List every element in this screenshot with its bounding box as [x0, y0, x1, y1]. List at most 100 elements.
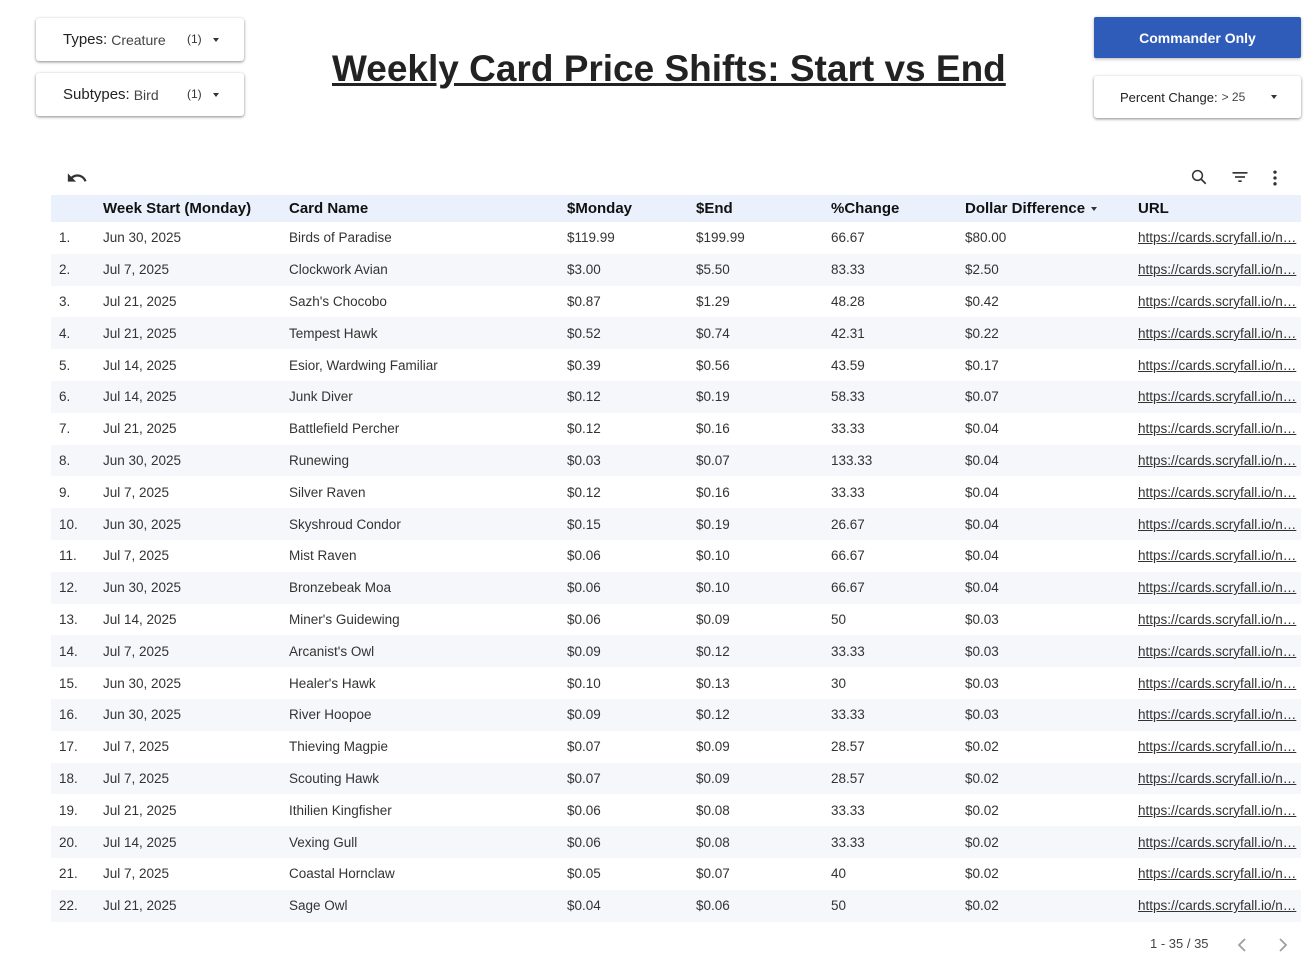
card-name-cell: Vexing Gull	[289, 826, 567, 858]
column-header[interactable]: URL	[1138, 195, 1301, 222]
url-link[interactable]: https://cards.scryfall.io/n…	[1138, 635, 1301, 668]
column-header[interactable]: Card Name	[289, 195, 567, 222]
week-start-cell: Jul 7, 2025	[103, 866, 170, 882]
types-filter[interactable]: Types: Creature (1)	[36, 18, 244, 61]
row-number-header	[51, 195, 103, 222]
url-link[interactable]: https://cards.scryfall.io/n…	[1138, 540, 1301, 572]
price-table: Week Start (Monday) Card Name $Monday $E…	[51, 195, 1301, 922]
week-start-cell: Jul 21, 2025	[103, 889, 289, 922]
dollar-difference-cell: $0.04	[965, 571, 1138, 604]
percent-change-filter[interactable]: Percent Change: > 25	[1094, 76, 1301, 118]
row-number: 2.	[51, 253, 103, 286]
card-name-cell: Runewing	[289, 444, 567, 477]
column-header-sorted[interactable]: Dollar Difference	[965, 195, 1138, 222]
row-number: 14.	[51, 635, 103, 668]
monday-price-cell: $0.12	[567, 380, 696, 413]
card-name-cell: Miner's Guidewing	[289, 611, 400, 627]
end-price-cell: $0.09	[696, 611, 730, 627]
url-link[interactable]: https://cards.scryfall.io/n…	[1138, 413, 1301, 445]
table-row: 9. Jul 7, 2025 Silver Raven $0.12 $0.16 33.33…	[51, 476, 1301, 508]
url-link[interactable]: https://cards.scryfall.io/n…	[1138, 826, 1301, 858]
column-header[interactable]: $Monday	[567, 195, 696, 222]
end-price-cell: $0.09	[696, 739, 730, 755]
url-link[interactable]: https://cards.scryfall.io/n…	[1138, 380, 1301, 413]
percent-change-cell: 83.33	[831, 253, 965, 286]
table-row: 8. Jun 30, 2025 Runewing $0.03 $0.07 133.33 $0…	[51, 444, 1301, 477]
url-link[interactable]: https://cards.scryfall.io/n…	[1138, 349, 1301, 381]
url-link[interactable]: https://cards.scryfall.io/n…	[1138, 731, 1301, 763]
url-link[interactable]: https://cards.scryfall.io/n…	[1138, 476, 1301, 508]
subtypes-filter[interactable]: Subtypes: Bird (1)	[36, 73, 244, 116]
url-link[interactable]: https://cards.scryfall.io/n…	[1138, 667, 1301, 699]
url-link[interactable]: https://cards.scryfall.io/n…	[1138, 889, 1301, 922]
monday-price-cell: $0.07	[567, 739, 601, 755]
table-row: 7. Jul 21, 2025 Battlefield Percher $0.12 $0…	[51, 413, 1301, 445]
column-header[interactable]: $End	[696, 195, 831, 222]
url-link[interactable]: https://cards.scryfall.io/n…	[1138, 444, 1301, 477]
week-start-cell: Jul 7, 2025	[103, 762, 289, 795]
percent-change-cell: 50	[831, 889, 965, 922]
row-number: 5.	[59, 357, 71, 373]
card-name-cell: Bronzebeak Moa	[289, 571, 567, 604]
card-name-cell: Coastal Hornclaw	[289, 866, 395, 882]
table-header-row: Week Start (Monday) Card Name $Monday $E…	[51, 195, 1301, 222]
commander-only-button[interactable]: Commander Only	[1094, 17, 1301, 58]
percent-change-cell: 28.57	[831, 739, 865, 755]
table-row: 17. Jul 7, 2025 Thieving Magpie $0.07 $0.09 2…	[51, 731, 1301, 763]
row-number: 18.	[51, 762, 103, 795]
percent-change-cell: 42.31	[831, 317, 965, 350]
url-link[interactable]: https://cards.scryfall.io/n…	[1138, 253, 1301, 286]
column-header[interactable]: Week Start (Monday)	[103, 195, 289, 222]
card-name-cell: Battlefield Percher	[289, 421, 400, 437]
end-price-cell: $199.99	[696, 230, 745, 246]
chevron-right-icon[interactable]	[1274, 937, 1290, 953]
url-link[interactable]: https://cards.scryfall.io/n…	[1138, 571, 1301, 604]
types-filter-count: (1)	[187, 32, 202, 46]
chevron-left-icon[interactable]	[1235, 937, 1251, 953]
week-start-cell: Jul 14, 2025	[103, 826, 289, 858]
table-row: 12. Jun 30, 2025 Bronzebeak Moa $0.06 $0.10 6…	[51, 571, 1301, 604]
monday-price-cell: $0.07	[567, 762, 696, 795]
row-number: 4.	[51, 317, 103, 350]
url-link[interactable]: https://cards.scryfall.io/n…	[1138, 222, 1301, 254]
url-link[interactable]: https://cards.scryfall.io/n…	[1138, 698, 1301, 731]
percent-change-cell: 33.33	[831, 802, 865, 818]
percent-change-cell: 33.33	[831, 698, 965, 731]
end-price-cell: $0.07	[696, 444, 831, 477]
url-link[interactable]: https://cards.scryfall.io/n…	[1138, 604, 1301, 636]
url-link[interactable]: https://cards.scryfall.io/n…	[1138, 286, 1301, 318]
column-header-label: Dollar Difference	[965, 200, 1086, 217]
more-vert-icon[interactable]	[1264, 167, 1286, 189]
week-start-cell: Jun 30, 2025	[103, 508, 289, 540]
dollar-difference-cell: $0.02	[965, 889, 1138, 922]
filter-icon[interactable]	[1229, 166, 1251, 188]
dollar-difference-cell: $0.42	[965, 293, 999, 309]
row-number: 10.	[51, 508, 103, 540]
monday-price-cell: $0.04	[567, 889, 696, 922]
pagination-range: 1 - 35 / 35	[1150, 936, 1209, 951]
url-link[interactable]: https://cards.scryfall.io/n…	[1138, 794, 1301, 826]
dollar-difference-cell: $0.02	[965, 826, 1138, 858]
url-link[interactable]: https://cards.scryfall.io/n…	[1138, 508, 1301, 540]
url-link[interactable]: https://cards.scryfall.io/n…	[1138, 317, 1301, 350]
row-number: 7.	[59, 421, 71, 437]
monday-price-cell: $119.99	[567, 230, 615, 246]
end-price-cell: $0.07	[696, 866, 730, 882]
search-icon[interactable]	[1188, 166, 1210, 188]
undo-icon[interactable]	[66, 167, 88, 189]
row-number: 16.	[51, 698, 103, 731]
dollar-difference-cell: $0.03	[965, 635, 1138, 668]
card-name-cell: Esior, Wardwing Familiar	[289, 357, 438, 373]
monday-price-cell: $0.12	[567, 421, 601, 437]
card-name-cell: Sazh's Chocobo	[289, 293, 387, 309]
row-number: 20.	[51, 826, 103, 858]
dollar-difference-cell: $0.03	[965, 675, 999, 691]
dollar-difference-cell: $0.03	[965, 611, 999, 627]
url-link[interactable]: https://cards.scryfall.io/n…	[1138, 762, 1301, 795]
column-header[interactable]: %Change	[831, 195, 965, 222]
subtypes-filter-value: Bird	[133, 86, 159, 103]
url-link[interactable]: https://cards.scryfall.io/n…	[1138, 858, 1301, 890]
table-row: 19. Jul 21, 2025 Ithilien Kingfisher $0.06 $…	[51, 794, 1301, 826]
types-filter-label: Types	[63, 31, 104, 48]
end-price-cell: $0.08	[696, 802, 730, 818]
